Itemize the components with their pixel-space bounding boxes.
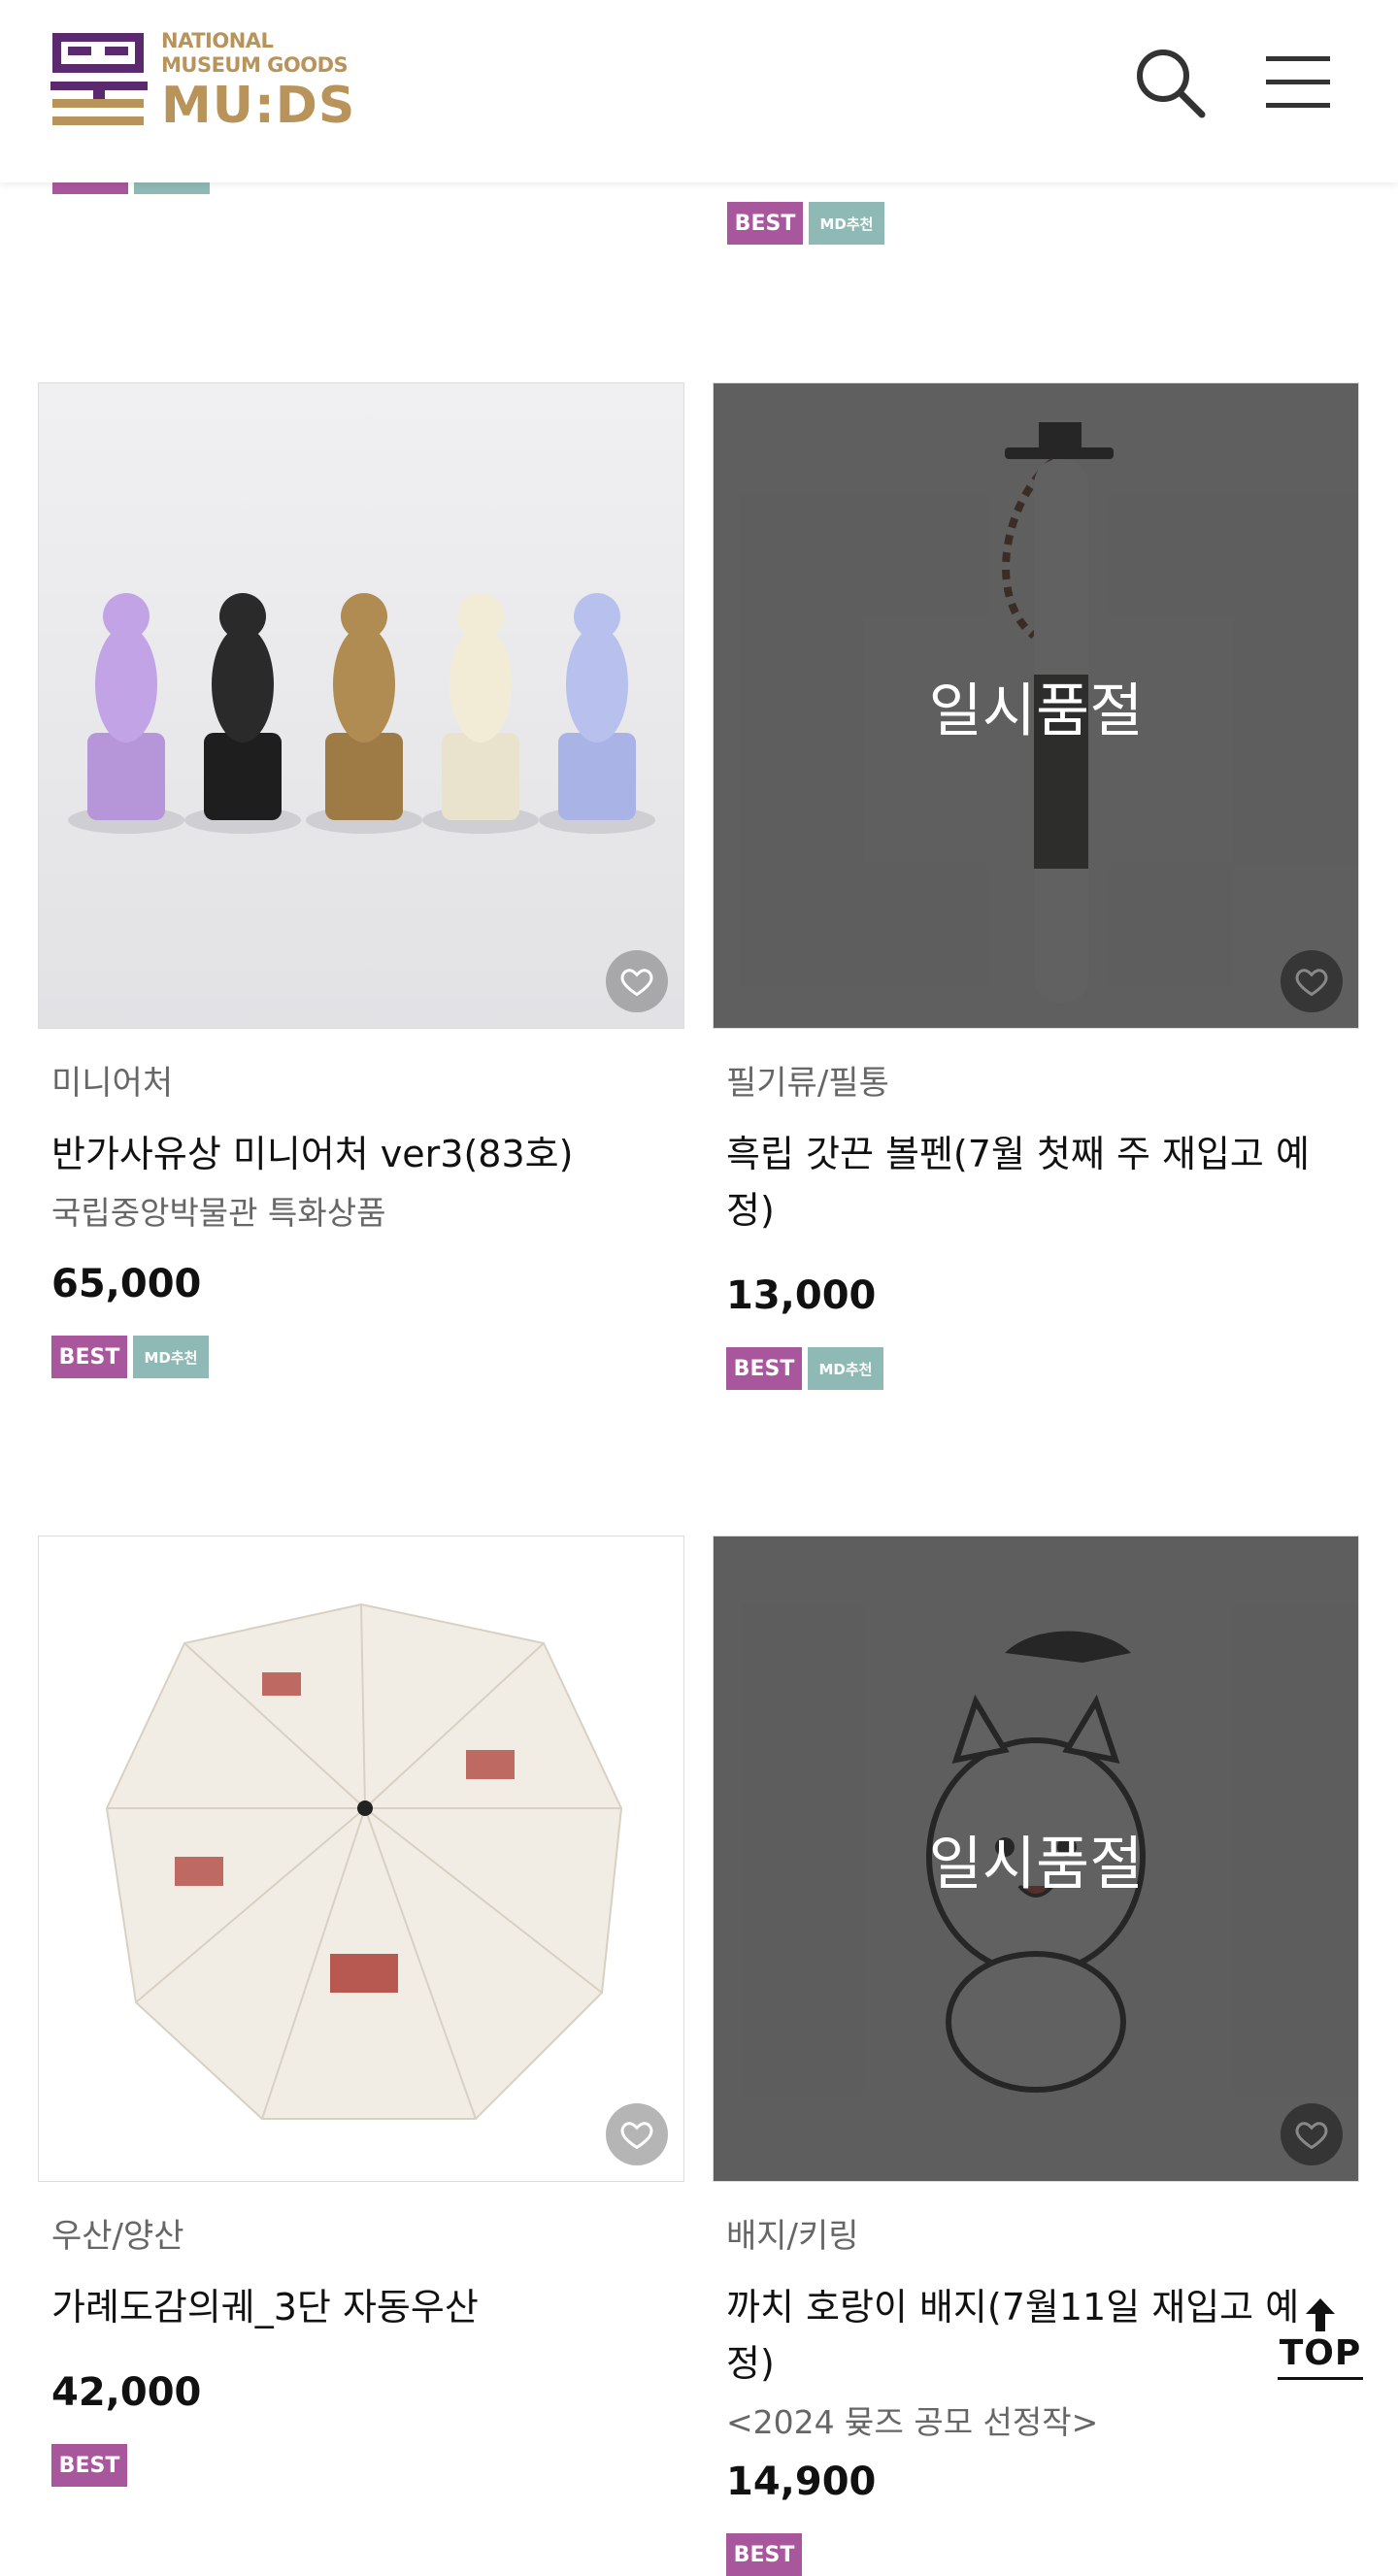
md-badge: MD추천 <box>809 202 884 245</box>
heart-icon <box>620 2122 653 2150</box>
bangasayusang-figurines-image <box>39 383 683 1028</box>
best-badge: BEST <box>51 1336 127 1378</box>
product-name[interactable]: 흑립 갓끈 볼펜(7월 첫째 주 재입고 예정) <box>726 1126 1346 1238</box>
product-price: 42,000 <box>51 2370 202 2415</box>
product-price: 14,900 <box>726 2460 877 2504</box>
best-badge: BEST <box>726 1347 802 1390</box>
product-card[interactable]: 우산/양산 가례도감의궤_3단 자동우산 42,000 BEST <box>38 1536 684 2487</box>
logo-line-muds: MU:DS <box>161 77 356 135</box>
product-subtitle: 국립중앙박물관 특화상품 <box>51 1194 386 1232</box>
product-category: 배지/키링 <box>726 2217 859 2256</box>
product-card[interactable]: 일시품절 배지/키링 까치 호랑이 배지(7월11일 재입고 예정) <2024… <box>713 1536 1359 2576</box>
site-header: NATIONAL MUSEUM GOODS MU:DS <box>0 0 1398 182</box>
wishlist-button[interactable] <box>1281 2103 1343 2165</box>
soldout-label: 일시품절 <box>928 677 1144 745</box>
product-price: 13,000 <box>726 1273 877 1318</box>
heart-icon <box>1295 2122 1328 2150</box>
logo-line-museum-goods: MUSEUM GOODS <box>161 53 349 77</box>
best-badge: BEST <box>727 202 803 245</box>
md-badge: MD추천 <box>133 1336 209 1378</box>
arrow-up-icon <box>1306 2298 1335 2331</box>
umbrella-image <box>39 1536 683 2181</box>
top-right-badges: BEST MD추천 <box>727 202 884 245</box>
logo-text: NATIONAL MUSEUM GOODS MU:DS <box>161 29 355 134</box>
product-name[interactable]: 까치 호랑이 배지(7월11일 재입고 예정) <box>726 2279 1346 2392</box>
wishlist-button[interactable] <box>1281 950 1343 1012</box>
heart-icon <box>1295 969 1328 997</box>
logo-mark-icon <box>50 33 148 125</box>
menu-button[interactable] <box>1254 39 1342 126</box>
top-button-label: TOP <box>1279 2333 1362 2373</box>
soldout-label: 일시품절 <box>928 1830 1144 1899</box>
product-badges: BEST MD추천 <box>51 1336 671 1378</box>
search-icon <box>1137 50 1206 118</box>
wishlist-button[interactable] <box>606 950 668 1012</box>
product-badges: BEST <box>51 2444 671 2487</box>
product-card[interactable]: 일시품절 필기류/필통 흑립 갓끈 볼펜(7월 첫째 주 재입고 예정) 13,… <box>713 382 1359 1390</box>
product-price: 65,000 <box>51 1262 202 1306</box>
product-card[interactable]: 미니어처 반가사유상 미니어처 ver3(83호) 국립중앙박물관 특화상품 6… <box>38 382 684 1378</box>
product-name[interactable]: 반가사유상 미니어처 ver3(83호) <box>51 1126 671 1182</box>
product-subtitle: <2024 뮺즈 공모 선정작> <box>726 2403 1099 2441</box>
logo-line-national: NATIONAL <box>161 29 274 52</box>
product-image[interactable] <box>38 382 684 1029</box>
scroll-to-top-button[interactable]: TOP <box>1278 2298 1363 2395</box>
product-image[interactable] <box>38 1536 684 2182</box>
search-button[interactable] <box>1126 39 1214 126</box>
soldout-overlay: 일시품절 <box>714 1536 1358 2181</box>
product-badges: BEST <box>726 2533 1346 2576</box>
product-badges: BEST MD추천 <box>726 1347 1346 1390</box>
md-badge: MD추천 <box>808 1347 883 1390</box>
best-badge: BEST <box>726 2533 802 2576</box>
product-category: 필기류/필통 <box>726 1064 889 1103</box>
product-category: 우산/양산 <box>51 2217 184 2256</box>
best-badge: BEST <box>51 2444 127 2487</box>
soldout-overlay: 일시품절 <box>714 383 1358 1028</box>
top-button-underline <box>1278 2377 1363 2380</box>
wishlist-button[interactable] <box>606 2103 668 2165</box>
product-name[interactable]: 가례도감의궤_3단 자동우산 <box>51 2279 671 2335</box>
product-image[interactable]: 일시품절 <box>713 382 1359 1029</box>
heart-icon <box>620 969 653 997</box>
muds-logo[interactable]: NATIONAL MUSEUM GOODS MU:DS <box>50 29 355 134</box>
product-category: 미니어처 <box>51 1064 174 1103</box>
hamburger-menu-icon <box>1266 56 1330 108</box>
product-image[interactable]: 일시품절 <box>713 1536 1359 2182</box>
